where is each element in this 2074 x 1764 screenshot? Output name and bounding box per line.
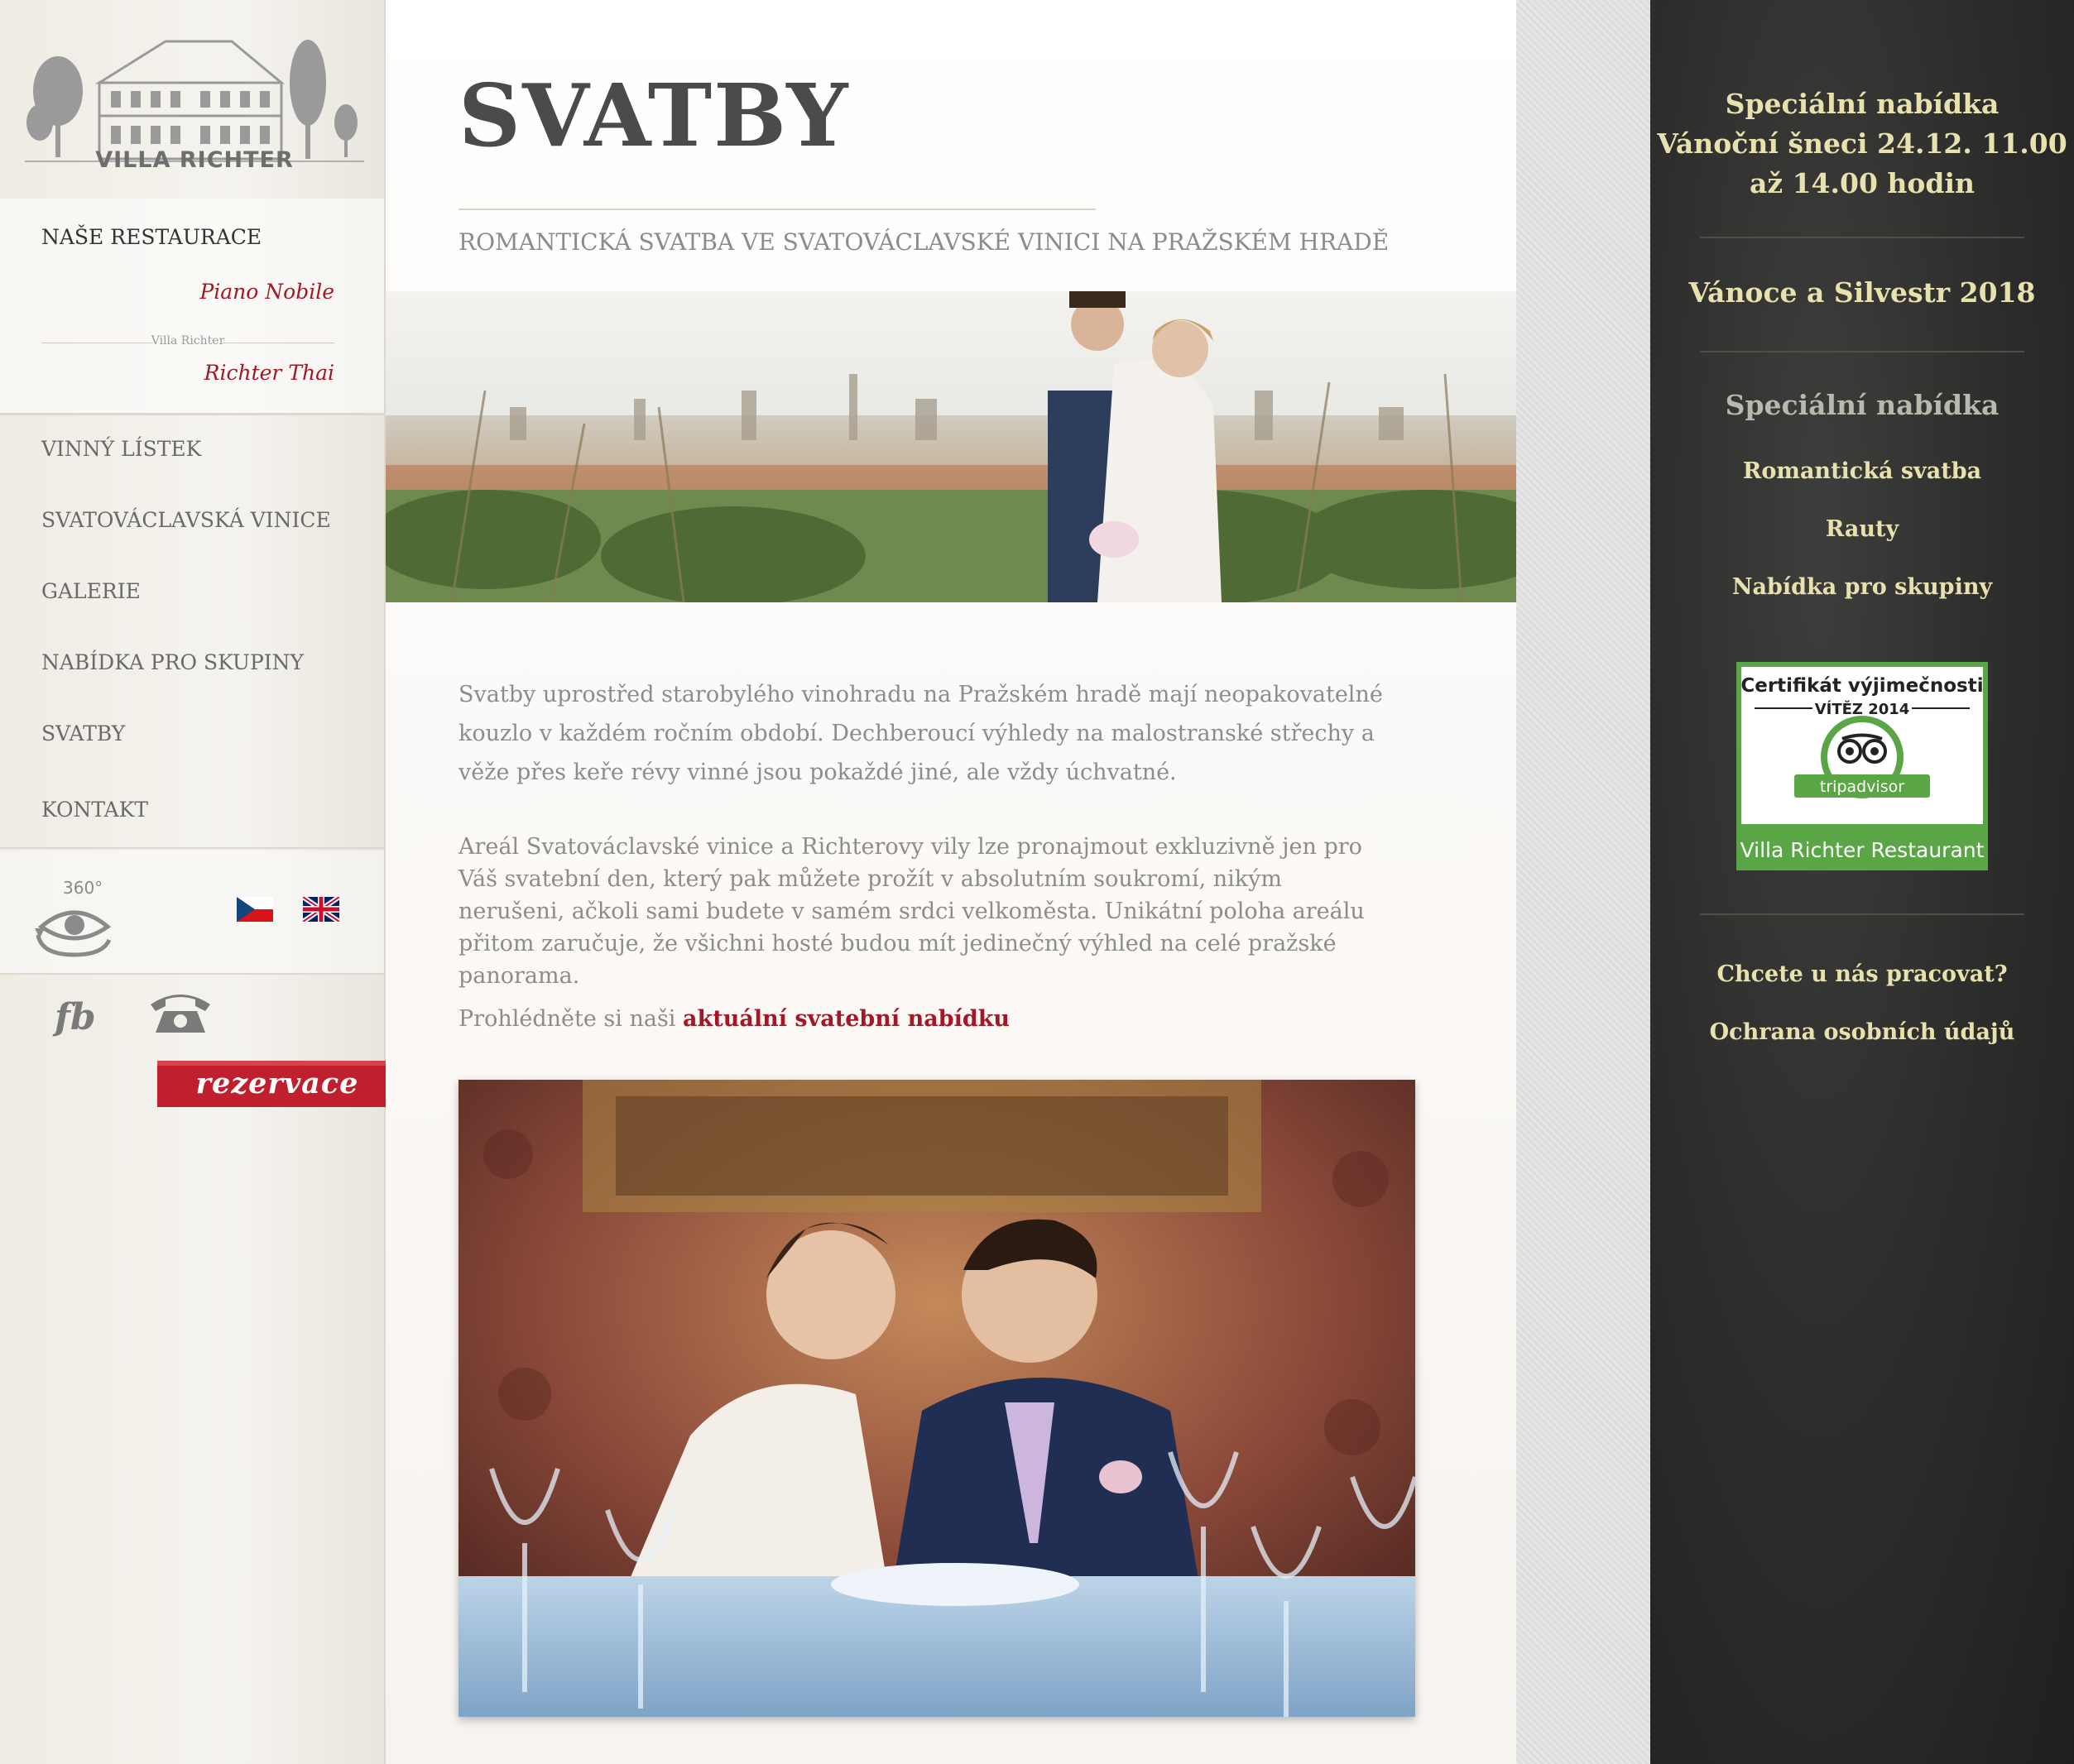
certificate-winner: VÍTĚZ 2014 <box>1815 700 1910 718</box>
link-jobs[interactable]: Chcete u nás pracovat? <box>1650 961 2074 987</box>
hero-image <box>386 291 1516 602</box>
restaurant-divider: Villa Richter <box>41 334 334 351</box>
page-subtitle: ROMANTICKÁ SVATBA VE SVATOVÁCLAVSKÉ VINI… <box>458 228 1390 256</box>
icon-360-label: 360° <box>63 878 103 898</box>
tripadvisor-certificate[interactable]: Certifikát výjimečnosti VÍTĚZ 2014 tripa… <box>1736 662 1988 870</box>
nav-item-vineyard[interactable]: SVATOVÁCLAVSKÁ VINICE <box>41 508 331 532</box>
reservation-button[interactable]: rezervace <box>157 1061 422 1107</box>
flag-cz-icon[interactable] <box>237 897 273 922</box>
intro-paragraph: Svatby uprostřed starobylého vinohradu n… <box>458 682 1383 785</box>
special-offer-line-3: až 14.00 hodin <box>1749 167 1976 199</box>
reservation-label: rezervace <box>195 1067 359 1100</box>
nav-item-contact[interactable]: KONTAKT <box>41 798 148 822</box>
title-divider <box>458 209 1096 210</box>
offer-prefix: Prohlédněte si naši <box>458 1006 684 1032</box>
nav-item-gallery[interactable]: GALERIE <box>41 579 141 603</box>
nav-item-wine-list[interactable]: VINNÝ LÍSTEK <box>41 437 201 461</box>
special-offer-line-2: Vánoční šneci 24.12. 11.00 <box>1657 127 2067 160</box>
restaurant-link-piano-nobile[interactable]: Piano Nobile <box>199 280 334 304</box>
logo-text: VILLA RICHTER <box>95 147 294 173</box>
christmas-link[interactable]: Vánoce a Silvestr 2018 <box>1650 276 2074 309</box>
nav-item-weddings[interactable]: SVATBY <box>41 721 125 745</box>
link-romantic-wedding[interactable]: Romantická svatba <box>1650 458 2074 484</box>
certificate-brand: tripadvisor <box>1820 778 1904 796</box>
restaurant-link-richter-thai[interactable]: Richter Thai <box>204 361 334 385</box>
special-offer-heading: Speciální nabídka <box>1725 389 2000 421</box>
certificate-title: Certifikát výjimečnosti <box>1740 675 1983 697</box>
page-title: SVATBY <box>458 65 850 166</box>
wedding-couple-photo <box>458 1080 1415 1717</box>
special-offer-line-1: Speciální nabídka <box>1725 88 2000 120</box>
special-offer-block[interactable]: Speciální nabídka Vánoční šneci 24.12. 1… <box>1650 84 2074 204</box>
right-divider <box>1700 351 2024 352</box>
nav-item-groups[interactable]: NABÍDKA PRO SKUPINY <box>41 650 304 674</box>
restaurants-box: NAŠE RESTAURACE Piano Nobile Villa Richt… <box>0 199 384 415</box>
sidebar: VILLA RICHTER NAŠE RESTAURACE Piano Nobi… <box>0 0 420 1764</box>
restaurant-divider-text: Villa Richter <box>151 334 225 348</box>
nav-divider <box>0 847 384 849</box>
wedding-offer-link[interactable]: aktuální svatební nabídku <box>683 1006 1010 1032</box>
main-content: SVATBY ROMANTICKÁ SVATBA VE SVATOVÁCLAVS… <box>386 0 1516 1764</box>
phone-icon[interactable] <box>147 990 214 1036</box>
link-groups[interactable]: Nabídka pro skupiny <box>1650 574 2074 600</box>
right-divider <box>1700 913 2024 915</box>
fb-label: fb <box>52 996 96 1038</box>
right-panel: Speciální nabídka Vánoční šneci 24.12. 1… <box>1650 0 2074 1764</box>
restaurants-heading[interactable]: NAŠE RESTAURACE <box>41 225 262 249</box>
link-rauty[interactable]: Rauty <box>1650 516 2074 542</box>
certificate-name: Villa Richter Restaurant <box>1740 838 1985 862</box>
eye-360-icon[interactable]: 360° <box>33 875 116 958</box>
tools-row: 360° <box>0 851 384 975</box>
flag-uk-icon[interactable] <box>303 897 339 922</box>
decorative-strip <box>1516 0 1650 1764</box>
facebook-icon[interactable]: fb <box>51 991 101 1041</box>
offer-paragraph: Prohlédněte si naši aktuální svatební na… <box>458 999 1419 1038</box>
right-divider <box>1700 237 2024 238</box>
link-privacy[interactable]: Ochrana osobních údajů <box>1650 1019 2074 1045</box>
venue-paragraph: Areál Svatováclavské vinice a Richterovy… <box>458 834 1365 989</box>
